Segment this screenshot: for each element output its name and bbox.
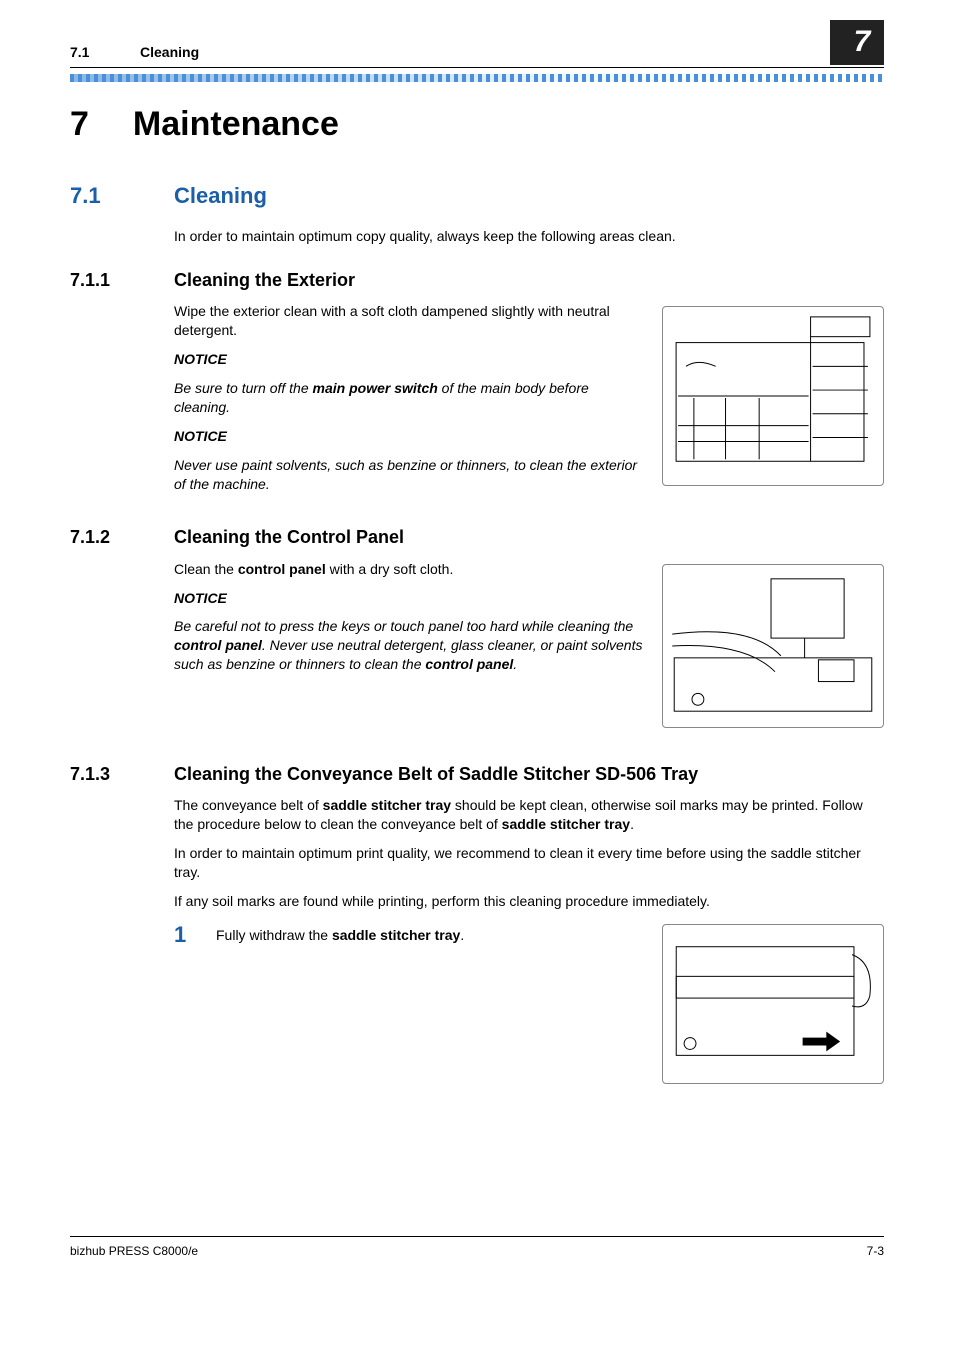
- step-number: 1: [174, 920, 198, 950]
- chapter-title: 7 Maintenance: [70, 102, 884, 148]
- page-header: 7.1 Cleaning 7: [70, 40, 884, 68]
- text-fragment: Be careful not to press the keys or touc…: [174, 618, 633, 634]
- text-fragment: The conveyance belt of: [174, 797, 323, 813]
- subsection-number: 7.1.1: [70, 268, 130, 292]
- bold-text: saddle stitcher tray: [332, 927, 460, 943]
- printer-icon: [663, 307, 883, 485]
- decorative-bar: [70, 74, 884, 82]
- step-1: 1 Fully withdraw the saddle stitcher tra…: [174, 920, 646, 950]
- subsection-title: Cleaning the Exterior: [174, 268, 355, 292]
- bold-text: main power switch: [313, 380, 438, 396]
- subsection-number: 7.1.2: [70, 525, 130, 549]
- header-chapter-number: 7: [830, 20, 884, 65]
- subsection-title: Cleaning the Conveyance Belt of Saddle S…: [174, 762, 698, 786]
- text-fragment: .: [460, 927, 464, 943]
- section-7-1-heading: 7.1 Cleaning: [70, 181, 884, 211]
- body-paragraph: The conveyance belt of saddle stitcher t…: [174, 796, 884, 834]
- figure-control-panel-icon: [662, 564, 884, 728]
- figure-withdraw-tray-icon: [662, 924, 884, 1084]
- section-7-1-3-heading: 7.1.3 Cleaning the Conveyance Belt of Sa…: [70, 762, 884, 786]
- text-fragment: .: [513, 656, 517, 672]
- page-footer: bizhub PRESS C8000/e 7-3: [70, 1236, 884, 1259]
- section-title: Cleaning: [174, 181, 267, 211]
- bold-text: control panel: [238, 561, 326, 577]
- chapter-name: Maintenance: [133, 102, 339, 148]
- text-fragment: with a dry soft cloth.: [326, 561, 454, 577]
- section-7-1-3-body: The conveyance belt of saddle stitcher t…: [174, 796, 884, 910]
- subsection-title: Cleaning the Control Panel: [174, 525, 404, 549]
- bold-text: control panel: [174, 637, 262, 653]
- section-7-1-body: In order to maintain optimum copy qualit…: [174, 227, 884, 246]
- intro-paragraph: In order to maintain optimum copy qualit…: [174, 227, 884, 246]
- body-paragraph: In order to maintain optimum print quali…: [174, 844, 884, 882]
- text-fragment: Fully withdraw the: [216, 927, 332, 943]
- subsection-number: 7.1.3: [70, 762, 130, 786]
- footer-product-name: bizhub PRESS C8000/e: [70, 1243, 198, 1259]
- section-7-1-1-heading: 7.1.1 Cleaning the Exterior: [70, 268, 884, 292]
- tray-withdraw-icon: [663, 925, 883, 1083]
- figure-exterior-icon: [662, 306, 884, 486]
- step-body: Fully withdraw the saddle stitcher tray.: [216, 920, 646, 945]
- bold-text: saddle stitcher tray: [502, 816, 630, 832]
- text-fragment: .: [630, 816, 634, 832]
- bold-text: saddle stitcher tray: [323, 797, 451, 813]
- text-fragment: Be sure to turn off the: [174, 380, 313, 396]
- section-number: 7.1: [70, 181, 130, 211]
- body-paragraph: If any soil marks are found while printi…: [174, 892, 884, 911]
- footer-page-number: 7-3: [867, 1243, 884, 1259]
- header-section-number: 7.1: [70, 43, 140, 62]
- chapter-number: 7: [70, 102, 89, 148]
- section-7-1-2-heading: 7.1.2 Cleaning the Control Panel: [70, 525, 884, 549]
- bold-text: control panel: [425, 656, 513, 672]
- header-section-title: Cleaning: [140, 43, 830, 62]
- control-panel-icon: [663, 565, 883, 727]
- text-fragment: Clean the: [174, 561, 238, 577]
